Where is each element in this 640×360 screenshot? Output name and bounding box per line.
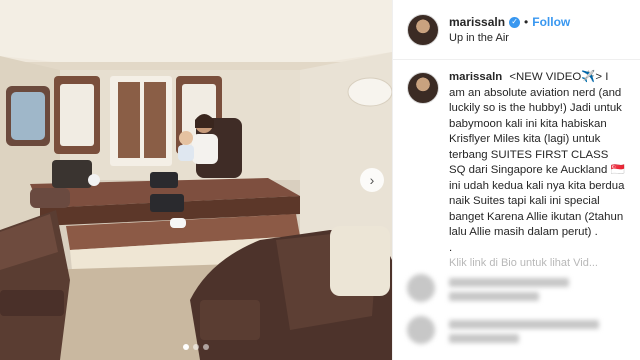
carousel-dot (203, 344, 209, 350)
carousel-dot (193, 344, 199, 350)
post-photo[interactable]: › (0, 0, 392, 360)
blurred-avatar (407, 316, 435, 344)
carousel-next-button[interactable]: › (360, 168, 384, 192)
separator: • (524, 15, 529, 29)
caption-avatar[interactable] (407, 72, 439, 104)
caption-row: marissaln <NEW VIDEO✈️> I am an absolute… (407, 70, 626, 266)
blurred-avatar (407, 274, 435, 302)
caption-clipped-line: Klik link di Bio untuk lihat Vid... (449, 257, 598, 266)
blurred-line (449, 320, 599, 329)
post-side-panel: marissaln ✓ • Follow Up in the Air maris… (392, 0, 640, 360)
username-link[interactable]: marissaln (449, 15, 505, 29)
caption-section: marissaln <NEW VIDEO✈️> I am an absolute… (393, 60, 640, 300)
blurred-line (449, 278, 569, 287)
verified-badge-icon: ✓ (509, 16, 521, 28)
avatar[interactable] (407, 13, 439, 46)
follow-button[interactable]: Follow (532, 15, 570, 29)
caption-break: . (449, 241, 453, 254)
user-row: marissaln ✓ • Follow (449, 15, 570, 29)
post-header: marissaln ✓ • Follow Up in the Air (393, 0, 640, 60)
cabin-photo-illustration (0, 0, 392, 360)
location-link[interactable]: Up in the Air (449, 32, 570, 44)
carousel-dot (183, 344, 189, 350)
blurred-line (449, 292, 539, 301)
header-text: marissaln ✓ • Follow Up in the Air (449, 15, 570, 44)
carousel-indicator (0, 344, 392, 350)
caption: marissaln <NEW VIDEO✈️> I am an absolute… (449, 70, 626, 266)
caption-username-link[interactable]: marissaln (449, 71, 502, 83)
blurred-comments (393, 268, 640, 360)
caption-text: <NEW VIDEO✈️> I am an absolute aviation … (449, 71, 625, 238)
blurred-line (449, 334, 519, 343)
